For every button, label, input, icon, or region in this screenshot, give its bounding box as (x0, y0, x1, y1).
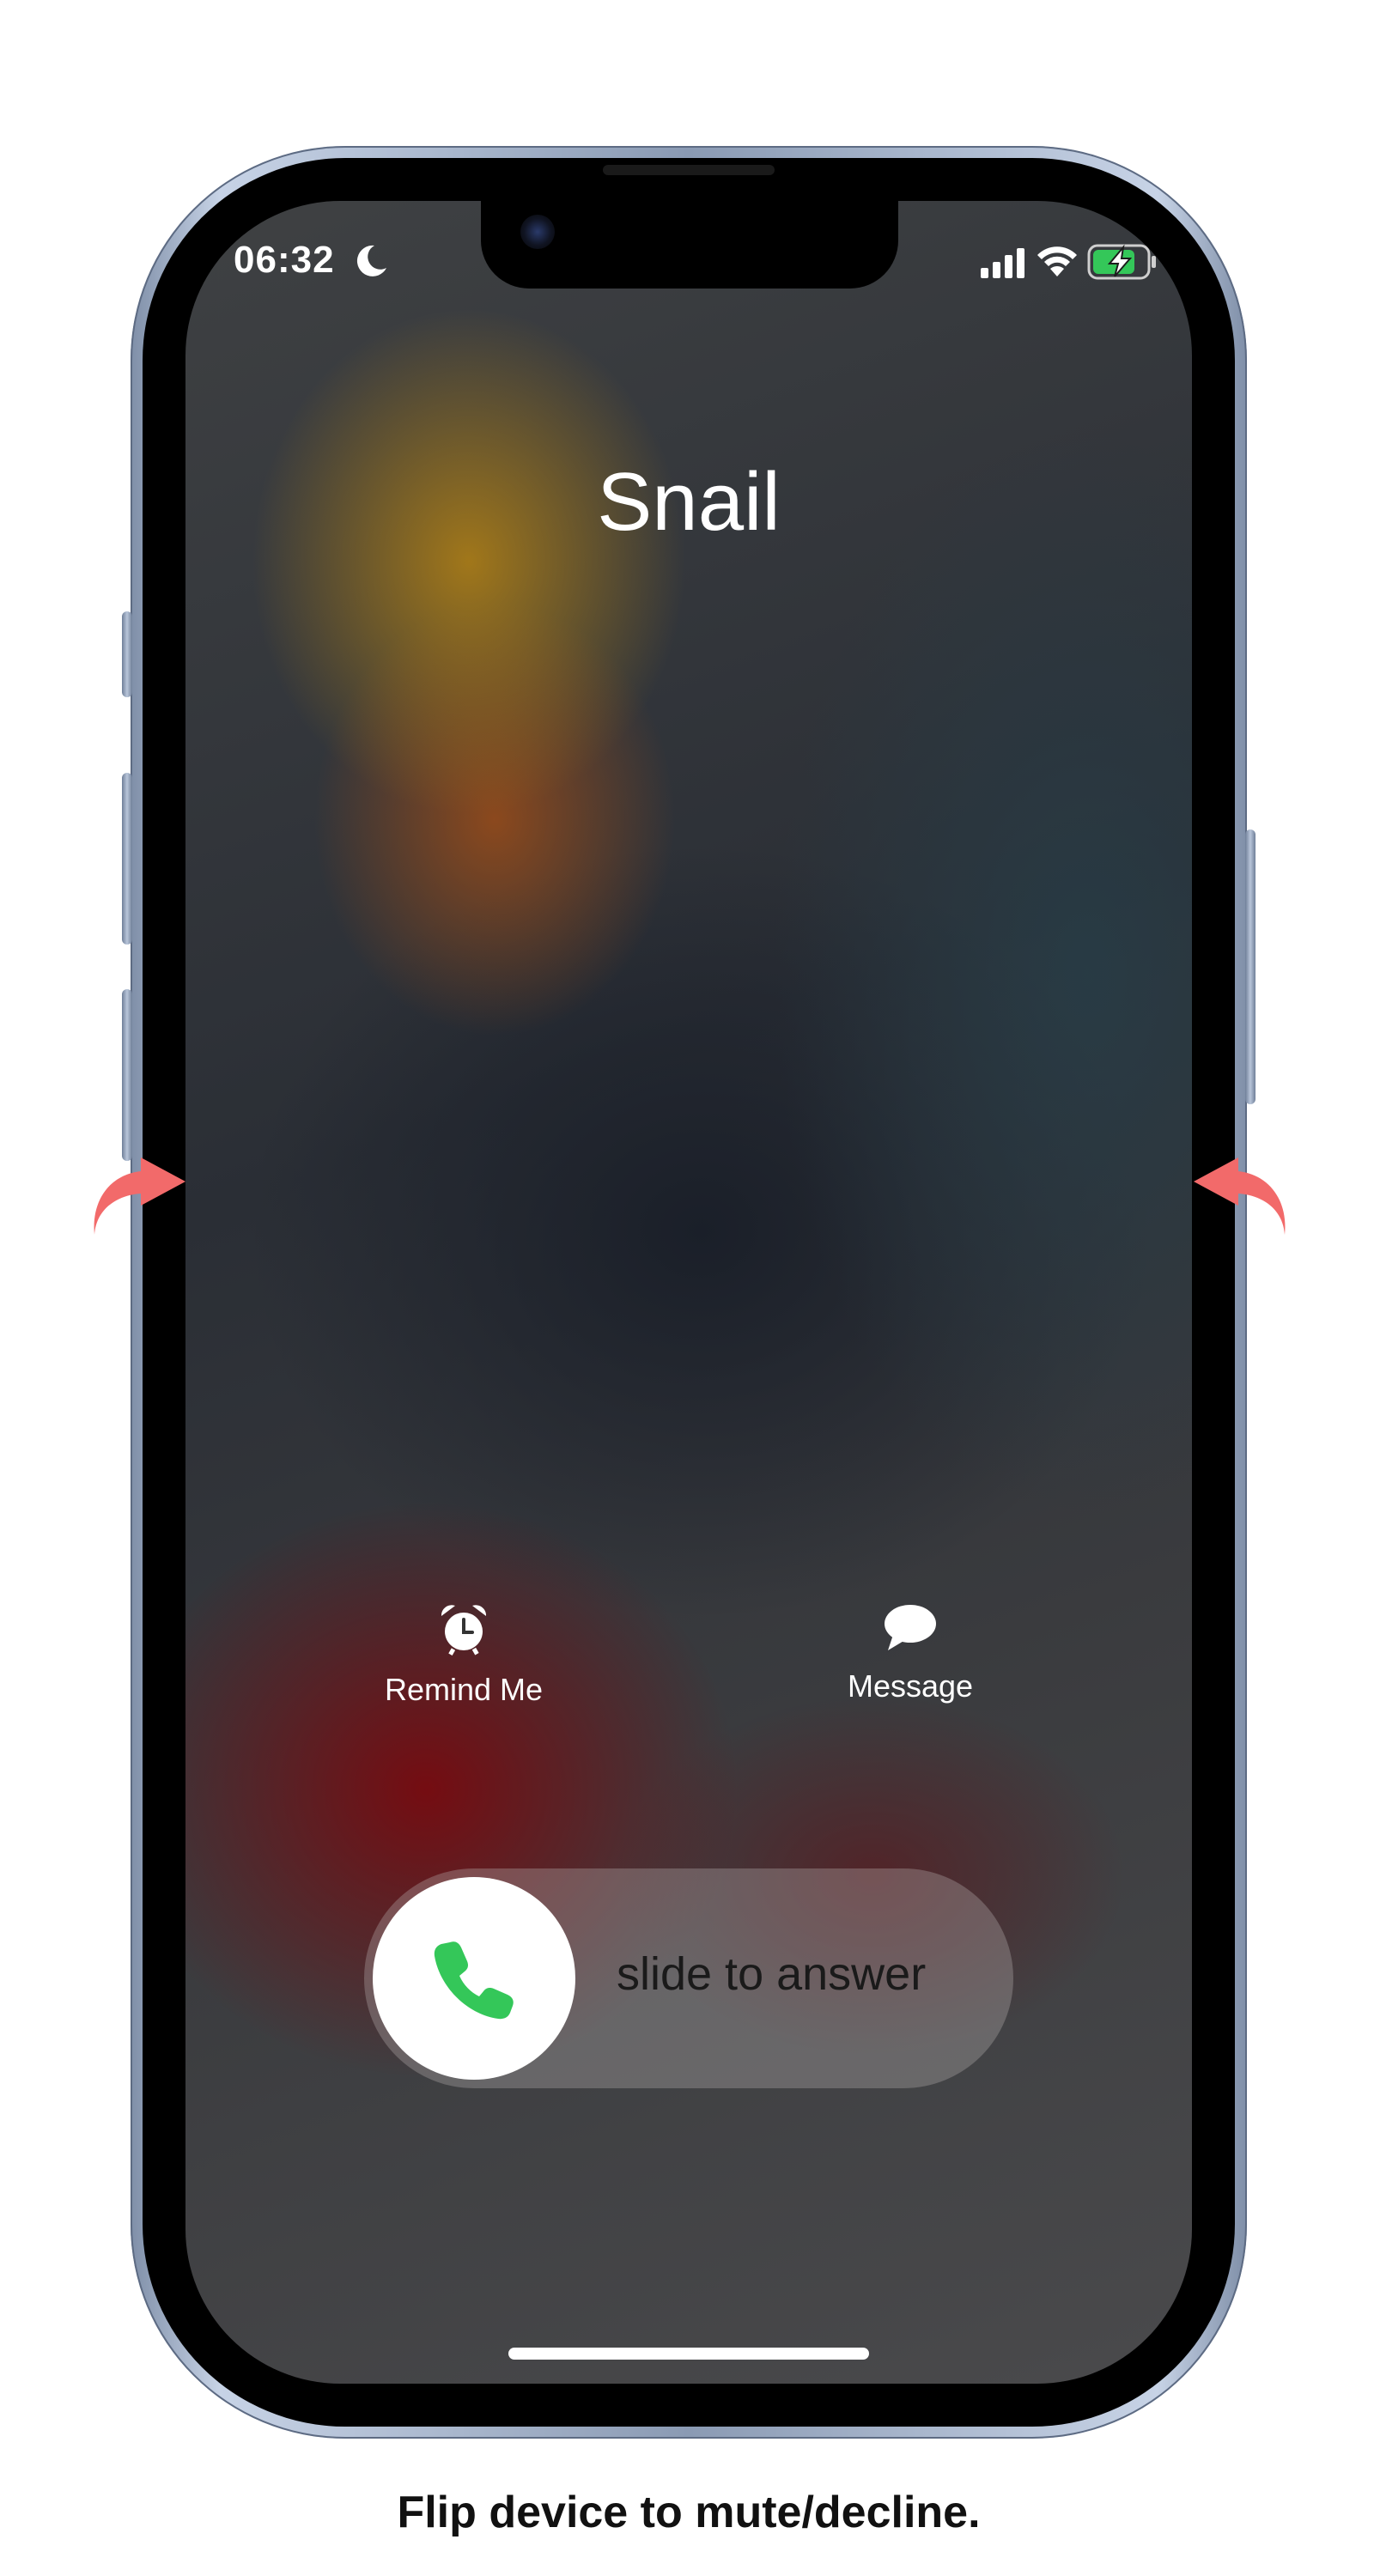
earpiece-speaker (603, 165, 775, 175)
remind-me-label: Remind Me (384, 1672, 544, 1707)
volume-down-button (122, 989, 132, 1161)
phone-icon (434, 1941, 514, 2020)
action-button (122, 611, 132, 697)
message-bubble-icon (885, 1605, 936, 1650)
message-button[interactable]: Message (824, 1602, 996, 1704)
flip-arrow-left-icon (94, 1157, 185, 1235)
home-indicator[interactable] (508, 2348, 869, 2360)
moon-icon (356, 245, 386, 276)
battery-charging-icon (1087, 244, 1156, 280)
wifi-icon (1037, 246, 1077, 276)
cellular-signal-icon (981, 248, 1024, 278)
message-label: Message (847, 1668, 974, 1704)
caption: Flip device to mute/decline. (397, 2488, 981, 2537)
caller-name: Snail (597, 456, 781, 548)
status-time: 06:32 (234, 239, 335, 281)
volume-up-button (122, 773, 132, 945)
power-button (1245, 829, 1255, 1104)
slide-to-answer-label: slide to answer (617, 1948, 927, 2000)
alarm-clock-icon (441, 1605, 487, 1656)
front-camera (520, 215, 555, 249)
answer-slider-knob[interactable] (373, 1877, 575, 2080)
flip-arrow-right-icon (1194, 1157, 1286, 1235)
remind-me-button[interactable]: Remind Me (361, 1602, 567, 1708)
